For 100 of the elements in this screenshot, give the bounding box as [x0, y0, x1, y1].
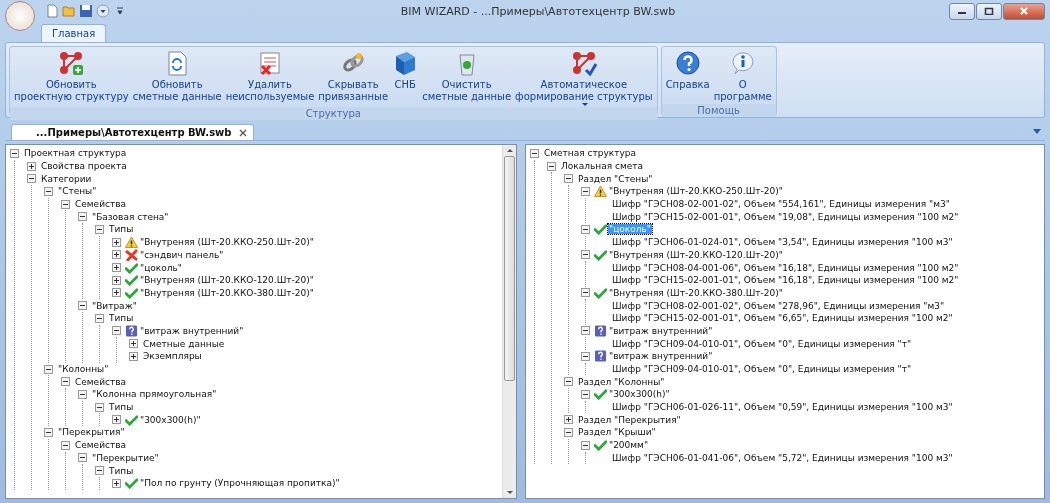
collapse-icon[interactable] — [564, 174, 573, 184]
tree-item[interactable]: Экземпляры — [142, 351, 203, 362]
tree-item[interactable]: "витраж внутренний" — [608, 325, 714, 336]
tree-item[interactable]: "Внутреняя (Шт-20.ККО-120.Шт-20)" — [608, 249, 784, 260]
collapse-icon[interactable] — [27, 174, 36, 184]
collapse-icon[interactable] — [581, 224, 590, 234]
tree-item[interactable]: Шифр "ГЭСН06-01-026-11", Объем "0,59", Единицы измерения "100 м3" — [611, 402, 954, 413]
tree-item[interactable]: Проектная структура — [23, 148, 128, 159]
tree-item[interactable]: Сметные данные — [142, 338, 226, 349]
maximize-button[interactable] — [976, 2, 1002, 20]
tree-item[interactable]: "Базовая стена" — [91, 211, 170, 222]
tree-item[interactable]: Типы — [108, 224, 135, 235]
tree-item[interactable]: "витраж внутренний" — [608, 351, 714, 362]
collapse-icon[interactable] — [581, 351, 590, 361]
tree-item[interactable]: Семейства — [74, 199, 127, 210]
ribbon-tab[interactable]: Главная — [41, 24, 107, 42]
collapse-icon[interactable] — [581, 440, 590, 450]
collapse-icon[interactable] — [547, 161, 556, 171]
collapse-icon[interactable] — [95, 224, 104, 234]
tree-item[interactable]: Семейства — [74, 440, 127, 451]
tree-item[interactable]: Шифр "ГЭСН15-02-001-01", Объем "16,18", Единицы измерения "100 м2" — [611, 275, 960, 286]
tree-item[interactable]: "Пол по грунту (Упрочняющая пропитка)" — [139, 478, 341, 489]
expand-icon[interactable] — [129, 339, 138, 349]
collapse-icon[interactable] — [581, 250, 590, 260]
collapse-icon[interactable] — [581, 326, 590, 336]
collapse-icon[interactable] — [61, 377, 70, 387]
collapse-icon[interactable] — [95, 466, 104, 476]
ribbon-button[interactable]: СНБ — [390, 49, 421, 107]
collapse-icon[interactable] — [10, 148, 19, 158]
tree-item[interactable]: Семейства — [74, 376, 127, 387]
tree-item[interactable]: Локальная смета — [560, 161, 644, 172]
ribbon-button[interactable]: Очистить сметные данные — [420, 49, 514, 107]
menu-arrow-icon[interactable] — [1033, 129, 1041, 134]
minimize-button[interactable] — [949, 2, 975, 20]
tree-item[interactable]: Шифр "ГЭСН08-02-001-02", Объем "278,96", Единицы измерения "м3" — [611, 300, 946, 311]
collapse-icon[interactable] — [581, 288, 590, 298]
tree-item[interactable]: "сэндвич панель" — [139, 249, 225, 260]
tree-item[interactable]: "Внутреняя (Шт-20.ККО-380.Шт-20)" — [608, 287, 784, 298]
close-button[interactable] — [1003, 2, 1045, 20]
tree-item[interactable]: Категории — [40, 173, 93, 184]
tree-item[interactable]: Шифр "ГЭСН15-02-001-01", Объем "6,65", Единицы измерения "100 м2" — [611, 313, 954, 324]
expand-icon[interactable] — [564, 415, 573, 425]
tree-item[interactable]: Шифр "ГЭСН06-01-024-01", Объем "3,54", Единицы измерения "100 м3" — [611, 237, 954, 248]
tree-item[interactable]: Шифр "ГЭСН15-02-001-01", Объем "19,08", Единицы измерения "100 м2" — [611, 211, 960, 222]
tree-item[interactable]: Шифр "ГЭСН08-02-001-02", Объем "554,161", Единицы измерения "м3" — [611, 199, 951, 210]
tree-item[interactable]: "300x300(h)" — [139, 414, 202, 425]
tree-item[interactable]: Раздел "Стены" — [577, 173, 654, 184]
tree-item[interactable]: Шифр "ГЭСН09-04-010-01", Объем "0", Единицы измерения "т" — [611, 338, 913, 349]
collapse-icon[interactable] — [564, 427, 573, 437]
tree-item[interactable]: "200мм" — [608, 440, 650, 451]
tree-item[interactable]: "витраж внутренний" — [139, 325, 245, 336]
close-icon[interactable] — [239, 128, 248, 137]
expand-icon[interactable] — [112, 288, 121, 298]
tree-item[interactable]: "300x300(h)" — [608, 389, 671, 400]
ribbon-button[interactable]: Обновить сметные данные — [130, 49, 224, 107]
collapse-icon[interactable] — [530, 148, 539, 158]
tree-item[interactable]: Типы — [108, 313, 135, 324]
dropdown-icon[interactable] — [96, 4, 110, 18]
collapse-icon[interactable] — [78, 301, 87, 311]
app-logo-icon[interactable] — [5, 1, 35, 31]
document-tab[interactable]: ...Примеры\Автотехцентр BW.swb — [11, 124, 255, 140]
ribbon-button[interactable]: Обновить проектную структуру — [12, 49, 131, 107]
tree-item[interactable]: "Перекрытия" — [57, 427, 126, 438]
collapse-icon[interactable] — [78, 212, 87, 222]
collapse-icon[interactable] — [78, 389, 87, 399]
collapse-icon[interactable] — [95, 402, 104, 412]
tree-item[interactable]: "Внутреняя (Шт-20.ККО-250.Шт-20)" — [608, 186, 784, 197]
tree-item[interactable]: "Витраж" — [91, 300, 138, 311]
collapse-icon[interactable] — [581, 389, 590, 399]
expand-icon[interactable] — [27, 161, 36, 171]
collapse-icon[interactable] — [61, 440, 70, 450]
ribbon-button[interactable]: Удалить неиспользуемые — [223, 49, 317, 107]
expand-icon[interactable] — [112, 250, 121, 260]
tree-item[interactable]: "Внутреняя (Шт-20.ККО-250.Шт-20)" — [139, 237, 315, 248]
collapse-icon[interactable] — [44, 427, 53, 437]
collapse-icon[interactable] — [61, 199, 70, 209]
tree-item[interactable]: Типы — [108, 402, 135, 413]
tree-item[interactable]: "Колонна прямоугольная" — [91, 389, 218, 400]
tree-item[interactable]: Раздел "Перекрытия" — [577, 414, 682, 425]
tree-item[interactable]: "Перекрытие" — [91, 452, 160, 463]
collapse-icon[interactable] — [44, 364, 53, 374]
tree-item[interactable]: Свойства проекта — [40, 161, 128, 172]
tree-item[interactable]: "Колонны" — [57, 364, 110, 375]
expand-icon[interactable] — [112, 415, 121, 425]
tree-item[interactable]: "Внутреняя (Шт-20.ККО-120.Шт-20)" — [139, 275, 315, 286]
collapse-icon[interactable] — [44, 186, 53, 196]
ribbon-button[interactable]: Скрывать привязанные — [316, 49, 391, 107]
collapse-icon[interactable] — [112, 326, 121, 336]
expand-icon[interactable] — [112, 478, 121, 488]
collapse-icon[interactable] — [564, 377, 573, 387]
expand-icon[interactable] — [112, 275, 121, 285]
tree-item[interactable]: Раздел "Колонны" — [577, 376, 666, 387]
tree-item[interactable]: Шифр "ГЭСН09-04-010-01", Объем "0", Единицы измерения "т" — [611, 364, 913, 375]
tree-item[interactable]: Шифр "ГЭСН06-01-041-06", Объем "5,72", Единицы измерения "100 м3" — [611, 452, 954, 463]
ribbon-button[interactable]: О программе — [711, 49, 774, 104]
tree-item[interactable]: Сметная структура — [543, 148, 637, 159]
tree-item[interactable]: "Внутреняя (Шт-20.ККО-380.Шт-20)" — [139, 287, 315, 298]
collapse-icon[interactable] — [95, 313, 104, 323]
save-icon[interactable] — [79, 4, 93, 18]
collapse-icon[interactable] — [581, 186, 590, 196]
